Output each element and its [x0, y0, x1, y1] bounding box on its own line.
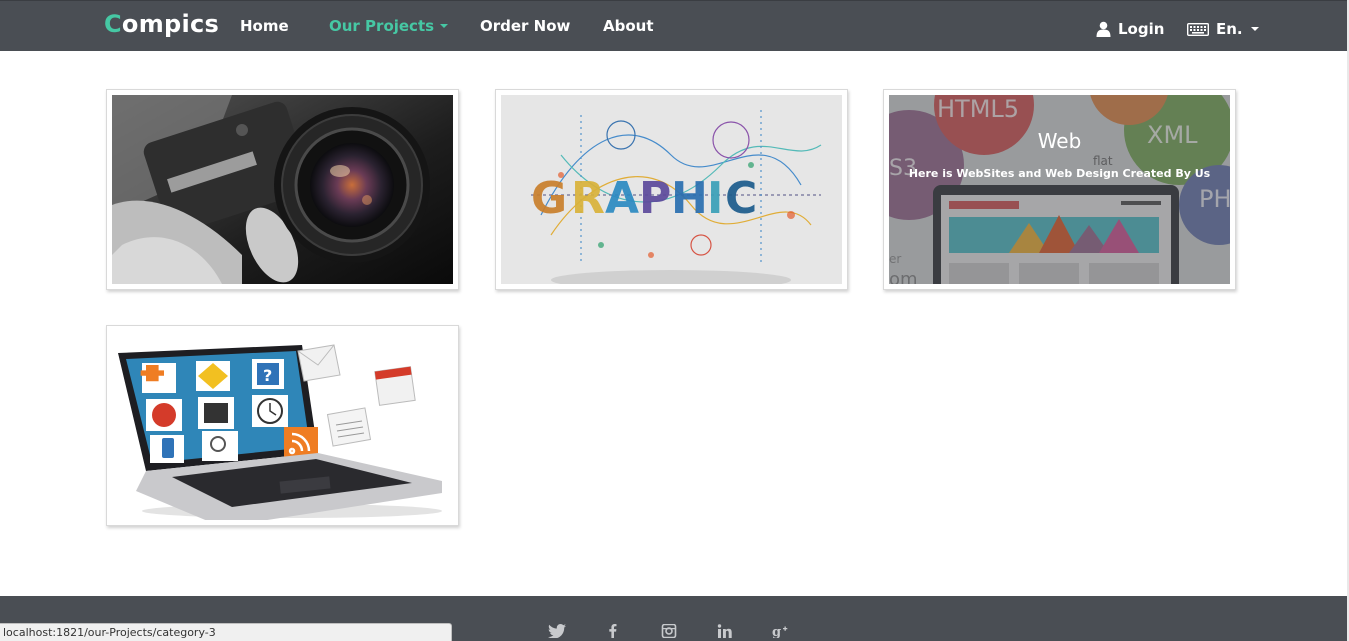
- svg-text:G: G: [531, 173, 567, 224]
- nav-home-link[interactable]: Home: [240, 17, 289, 35]
- camera-lens-photo: [112, 95, 453, 284]
- svg-text:R: R: [571, 173, 605, 224]
- language-selector[interactable]: En.: [1187, 20, 1259, 38]
- svg-text:A: A: [605, 173, 639, 224]
- project-thumbnail: HTML5 XML S3 PH flat om er Web Here is W…: [889, 95, 1230, 284]
- laptop-apps-illustration: ?: [112, 331, 453, 520]
- nav-about-link[interactable]: About: [603, 17, 654, 35]
- linkedin-icon[interactable]: [716, 624, 734, 638]
- svg-text:?: ?: [263, 366, 272, 385]
- brand-initial: C: [104, 10, 122, 38]
- svg-text:H: H: [671, 173, 708, 224]
- card-title: Web: [1037, 129, 1082, 153]
- project-card-photography[interactable]: [106, 89, 459, 290]
- card-description: Here is WebSites and Web Design Created …: [908, 167, 1211, 180]
- nav-our-projects-dropdown[interactable]: Our Projects: [329, 17, 449, 35]
- twitter-icon[interactable]: [548, 624, 566, 638]
- browser-status-bar: localhost:1821/our-Projects/category-3: [0, 623, 452, 641]
- svg-text:I: I: [707, 173, 723, 224]
- keyboard-icon: [1187, 22, 1209, 36]
- caret-down-icon: [1250, 27, 1259, 31]
- project-thumbnail: ?: [112, 331, 453, 520]
- graphic-art-typography: G R A P H I C: [501, 95, 842, 284]
- project-card-web[interactable]: HTML5 XML S3 PH flat om er Web Here is W…: [883, 89, 1236, 290]
- svg-text:C: C: [725, 173, 757, 224]
- project-thumbnail: [112, 95, 453, 284]
- google-plus-icon[interactable]: g: [772, 624, 790, 638]
- language-label: En.: [1216, 20, 1243, 38]
- login-button[interactable]: Login: [1096, 20, 1164, 38]
- nav-our-projects-label: Our Projects: [329, 17, 435, 35]
- svg-text:g: g: [772, 625, 781, 638]
- project-thumbnail: G R A P H I C: [501, 95, 842, 284]
- login-label: Login: [1118, 20, 1165, 38]
- project-card-graphic[interactable]: G R A P H I C: [495, 89, 848, 290]
- user-icon: [1096, 21, 1111, 37]
- brand-logo[interactable]: Compics: [104, 10, 219, 38]
- instagram-icon[interactable]: [660, 624, 678, 638]
- svg-text:P: P: [639, 173, 671, 224]
- top-navbar: Compics Home Our Projects Order Now Abou…: [0, 0, 1349, 51]
- project-card-apps[interactable]: ?: [106, 325, 459, 526]
- chevron-down-icon: [440, 24, 449, 28]
- nav-order-now-link[interactable]: Order Now: [480, 17, 570, 35]
- facebook-icon[interactable]: [604, 624, 622, 638]
- hover-overlay: Web Here is WebSites and Web Design Crea…: [889, 95, 1230, 284]
- brand-name: ompics: [121, 10, 220, 38]
